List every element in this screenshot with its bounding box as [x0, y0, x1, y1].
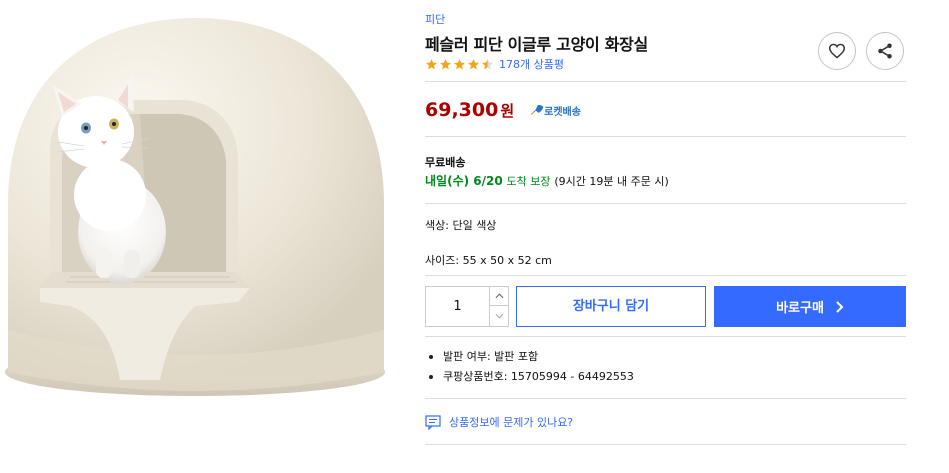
color-value: 단일 색상 — [452, 219, 497, 232]
divider — [425, 203, 906, 204]
color-label: 색상: — [425, 219, 449, 232]
rating-row[interactable]: 178개 상품평 — [425, 56, 564, 72]
divider — [425, 444, 906, 445]
share-icon — [878, 43, 892, 59]
add-to-cart-button[interactable]: 장바구니 담기 — [516, 286, 706, 327]
rocket-label: 로켓배송 — [544, 106, 581, 118]
quantity-increase-button[interactable] — [489, 287, 509, 306]
delivery-note: (9시간 19분 내 주문 시) — [554, 175, 669, 188]
size-option: 사이즈: 55 x 50 x 52 cm — [425, 252, 552, 268]
report-issue-link[interactable]: 상품정보에 문제가 있나요? — [425, 414, 573, 430]
divider — [425, 275, 906, 276]
chevron-right-icon — [836, 300, 844, 313]
list-item: 쿠팡상품번호: 15705994 - 64492553 — [425, 367, 634, 387]
divider — [425, 136, 906, 137]
chevron-up-icon — [495, 293, 504, 299]
star-rating — [425, 58, 495, 71]
report-icon — [425, 414, 441, 430]
shipping-label: 무료배송 — [425, 156, 466, 169]
star-icon — [454, 58, 465, 69]
delivery-info: 내일(수) 6/20 도착 보장 (9시간 19분 내 주문 시) — [425, 172, 669, 189]
price-row: 69,300 원 로켓배송 — [425, 99, 581, 121]
list-item: 발판 여부: 발판 포함 — [425, 347, 634, 367]
share-button[interactable] — [866, 32, 904, 70]
half-star-icon — [482, 58, 493, 69]
quantity-input[interactable]: 1 — [426, 287, 489, 326]
detail-text: 쿠팡상품번호: 15705994 - 64492553 — [443, 370, 634, 383]
chevron-down-icon — [495, 313, 504, 319]
star-icon — [468, 58, 479, 69]
review-count-link[interactable]: 178개 상품평 — [499, 56, 564, 72]
star-icon — [426, 58, 437, 69]
detail-list: 발판 여부: 발판 포함 쿠팡상품번호: 15705994 - 64492553 — [425, 347, 634, 387]
brand-link[interactable]: 피단 — [425, 11, 445, 27]
rocket-icon — [530, 104, 544, 116]
divider — [425, 398, 906, 399]
size-label: 사이즈: — [425, 254, 460, 267]
rocket-badge: 로켓배송 — [530, 103, 581, 118]
product-title: 페슬러 피단 이글루 고양이 화장실 — [425, 35, 648, 54]
buy-now-label: 바로구매 — [776, 301, 824, 316]
bullet-icon — [429, 355, 433, 359]
size-value: 55 x 50 x 52 cm — [462, 254, 552, 267]
price-unit: 원 — [500, 102, 515, 120]
wishlist-button[interactable] — [818, 32, 856, 70]
bullet-icon — [429, 375, 433, 379]
detail-text: 발판 여부: 발판 포함 — [443, 350, 539, 363]
price-value: 69,300 — [425, 99, 499, 121]
star-icon — [440, 58, 451, 69]
delivery-date: 내일(수) 6/20 — [425, 174, 503, 188]
divider — [425, 81, 906, 82]
divider — [425, 336, 906, 337]
quantity-decrease-button[interactable] — [489, 306, 509, 326]
quantity-stepper: 1 — [425, 286, 509, 327]
product-image[interactable] — [0, 0, 400, 473]
report-label: 상품정보에 문제가 있나요? — [449, 416, 574, 429]
buy-now-button[interactable]: 바로구매 — [714, 286, 906, 327]
color-option: 색상: 단일 색상 — [425, 217, 496, 233]
heart-icon — [828, 43, 846, 59]
delivery-guarantee: 도착 보장 — [506, 175, 551, 188]
